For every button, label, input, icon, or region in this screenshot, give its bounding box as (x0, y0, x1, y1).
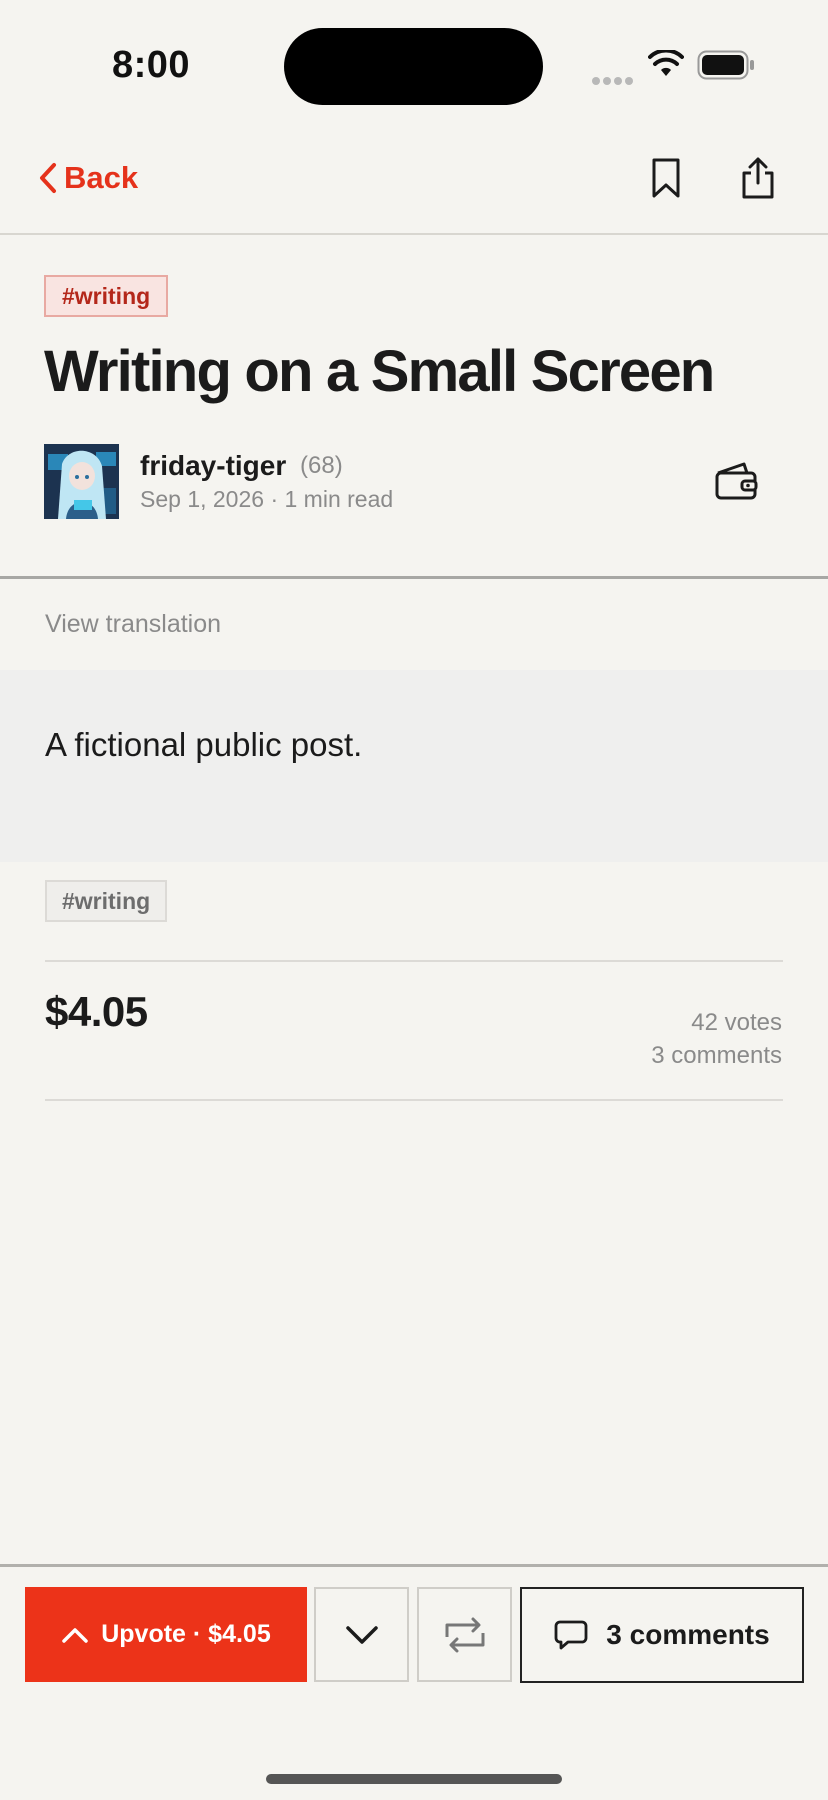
dynamic-island (284, 28, 543, 105)
stats-divider-bottom (45, 1099, 783, 1101)
status-bar: 8:00 (0, 0, 828, 130)
stats-divider-top (45, 960, 783, 962)
post-title: Writing on a Small Screen (44, 339, 715, 404)
avatar[interactable] (44, 444, 119, 519)
comments-label: 3 comments (606, 1619, 770, 1650)
header-divider (0, 576, 828, 579)
battery-icon (697, 50, 754, 80)
action-bar: Upvote · $4.05 3 comments (0, 1564, 828, 1717)
chevron-left-icon (40, 163, 56, 193)
cellular-signal-icon (592, 72, 636, 90)
votes-count: 42 votes (691, 1009, 782, 1036)
downvote-button[interactable] (314, 1587, 409, 1682)
wallet-icon[interactable] (712, 458, 760, 506)
comment-icon (554, 1620, 588, 1650)
post-tag[interactable]: #writing (44, 275, 169, 317)
post-body: A fictional public post. (0, 670, 828, 862)
chevron-up-icon (62, 1627, 88, 1643)
wifi-icon (648, 50, 684, 76)
comments-count: 3 comments (651, 1042, 782, 1069)
nav-bar: Back (0, 130, 828, 235)
comments-button[interactable]: 3 comments (520, 1587, 804, 1683)
share-button[interactable] (730, 150, 786, 206)
status-time: 8:00 (112, 44, 191, 86)
bookmark-icon (652, 158, 680, 198)
repost-icon (445, 1617, 484, 1652)
home-indicator (266, 1774, 562, 1784)
repost-button[interactable] (417, 1587, 512, 1682)
post-meta: Sep 1, 2026 · 1 min read (140, 486, 394, 512)
author-name[interactable]: friday-tiger (140, 450, 286, 482)
author-row: friday-tiger (68) Sep 1, 2026 · 1 min re… (44, 444, 784, 520)
share-icon (742, 157, 774, 199)
upvote-button[interactable]: Upvote · $4.05 (25, 1587, 307, 1682)
upvote-label: Upvote · $4.05 (101, 1620, 271, 1648)
back-label: Back (64, 160, 139, 195)
footer-tag[interactable]: #writing (45, 880, 168, 922)
bookmark-button[interactable] (638, 150, 694, 206)
author-reputation: (68) (300, 452, 343, 479)
view-translation-link[interactable]: View translation (45, 610, 221, 639)
back-button[interactable]: Back (38, 154, 138, 202)
payout-amount: $4.05 (45, 988, 148, 1035)
post-body-text: A fictional public post. (45, 726, 363, 763)
chevron-down-icon (345, 1625, 378, 1644)
